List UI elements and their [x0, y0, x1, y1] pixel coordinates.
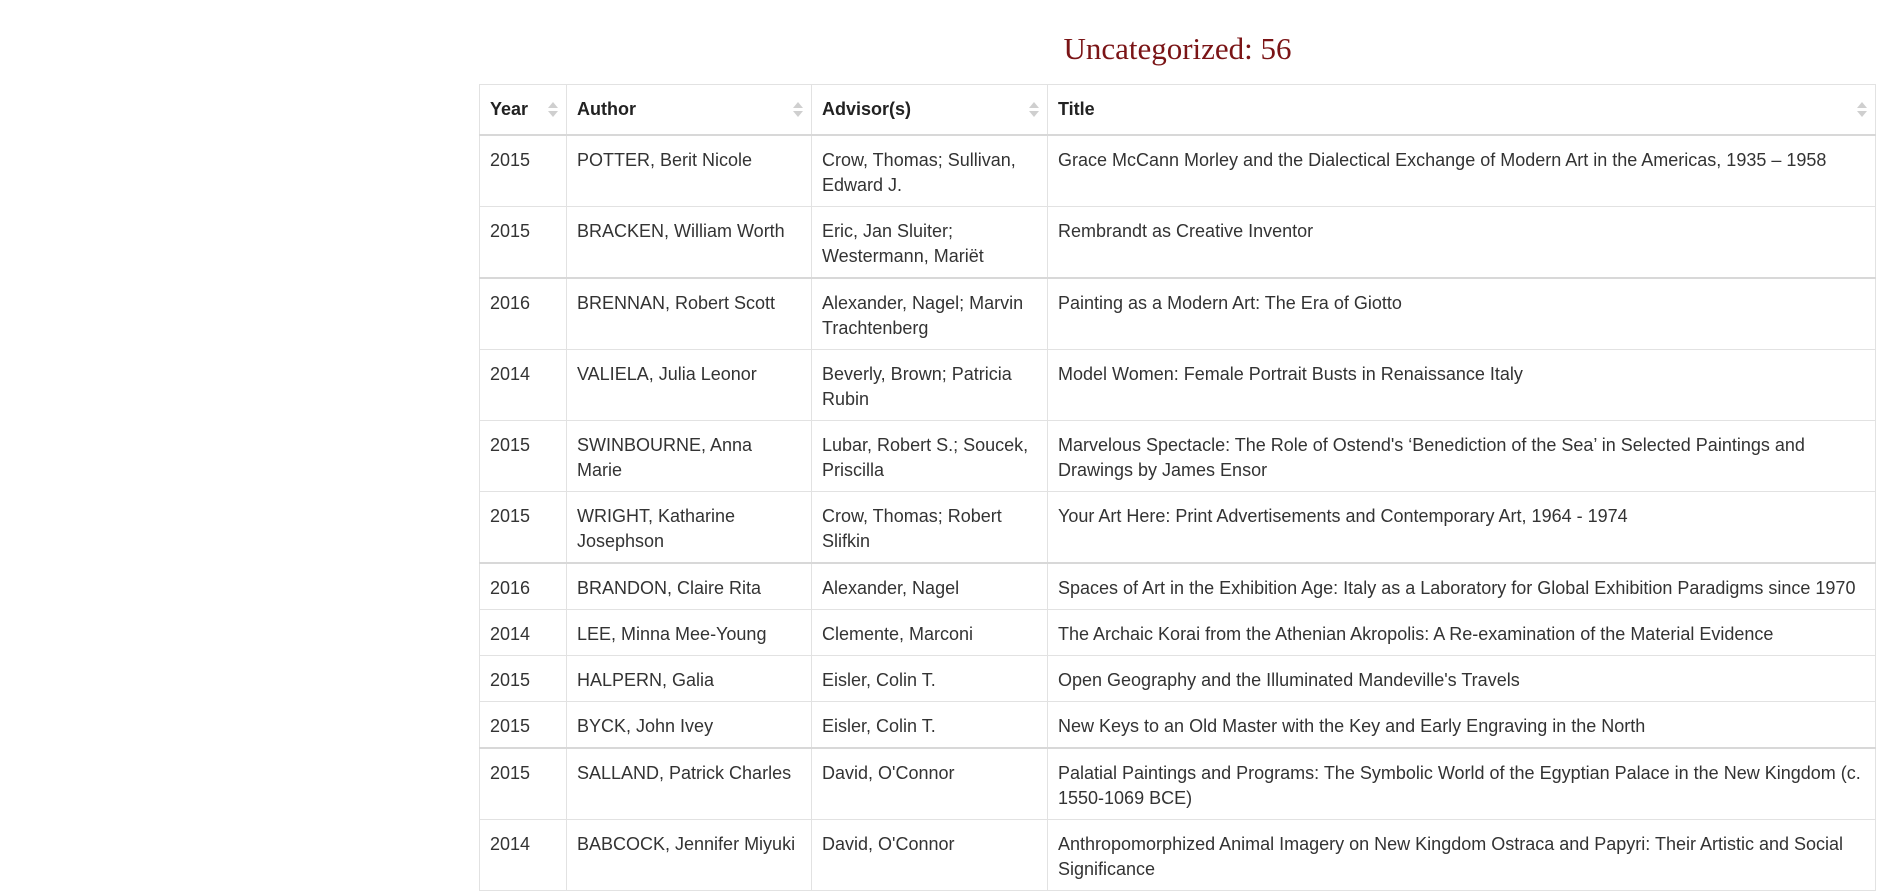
cell-advisors: Eisler, Colin T. — [811, 700, 1048, 748]
cell-year: 2015 — [479, 419, 567, 492]
cell-year: 2014 — [479, 608, 567, 656]
cell-year: 2016 — [479, 276, 567, 350]
cell-advisors: David, O'Connor — [811, 746, 1048, 820]
table-row: 2014 BABCOCK, Jennifer Miyuki David, O'Con… — [479, 818, 1876, 891]
table-row: 2015 POTTER, Berit Nicole Crow, Thomas; Su… — [479, 134, 1876, 207]
cell-author: SWINBOURNE, Anna Marie — [566, 419, 812, 492]
cell-advisors: Beverly, Brown; Patricia Rubin — [811, 348, 1048, 421]
cell-year: 2015 — [479, 746, 567, 820]
cell-author: BABCOCK, Jennifer Miyuki — [566, 818, 812, 891]
cell-author: BRACKEN, William Worth — [566, 205, 812, 278]
cell-advisors: David, O'Connor — [811, 818, 1048, 891]
cell-title: Palatial Paintings and Programs: The Sym… — [1047, 746, 1876, 820]
cell-advisors: Eric, Jan Sluiter; Westermann, Mariët — [811, 205, 1048, 278]
cell-title: Marvelous Spectacle: The Role of Ostend'… — [1047, 419, 1876, 492]
cell-advisors: Crow, Thomas; Robert Slifkin — [811, 490, 1048, 563]
cell-advisors: Alexander, Nagel — [811, 561, 1048, 610]
sort-both-icon[interactable] — [793, 99, 803, 119]
cell-title: Model Women: Female Portrait Busts in Re… — [1047, 348, 1876, 421]
table-row: 2014 LEE, Minna Mee-Young Clemente, Marcon… — [479, 608, 1876, 656]
table-row: 2015 HALPERN, Galia Eisler, Colin T. Open G… — [479, 654, 1876, 702]
cell-author: WRIGHT, Katharine Josephson — [566, 490, 812, 563]
table-row: 2015 WRIGHT, Katharine Josephson Crow, Tho… — [479, 490, 1876, 563]
table-row: 2015 BRACKEN, William Worth Eric, Jan Slui… — [479, 205, 1876, 278]
cell-title: Painting as a Modern Art: The Era of Gio… — [1047, 276, 1876, 350]
cell-advisors: Crow, Thomas; Sullivan, Edward J. — [811, 134, 1048, 207]
table-header: Year Author Advisor(s) Title — [479, 84, 1876, 136]
table-row: 2015 BYCK, John Ivey Eisler, Colin T. New K… — [479, 700, 1876, 748]
column-header-author[interactable]: Author — [566, 84, 812, 136]
cell-author: BRANDON, Claire Rita — [566, 561, 812, 610]
cell-title: Spaces of Art in the Exhibition Age: Ita… — [1047, 561, 1876, 610]
table-body: 2015 POTTER, Berit Nicole Crow, Thomas; Su… — [479, 134, 1876, 891]
sort-both-icon[interactable] — [548, 99, 558, 119]
cell-year: 2015 — [479, 654, 567, 702]
column-header-label: Year — [490, 98, 529, 119]
sort-both-icon[interactable] — [1857, 99, 1867, 119]
cell-title: Grace McCann Morley and the Dialectical … — [1047, 134, 1876, 207]
table-row: 2014 VALIELA, Julia Leonor Beverly, Brown;… — [479, 348, 1876, 421]
cell-year: 2015 — [479, 490, 567, 563]
cell-advisors: Alexander, Nagel; Marvin Trachtenberg — [811, 276, 1048, 350]
table-row: 2015 SALLAND, Patrick Charles David, O'Con… — [479, 746, 1876, 820]
cell-title: The Archaic Korai from the Athenian Akro… — [1047, 608, 1876, 656]
cell-year: 2015 — [479, 700, 567, 748]
cell-author: VALIELA, Julia Leonor — [566, 348, 812, 421]
column-header-title[interactable]: Title — [1047, 84, 1876, 136]
column-header-label: Advisor(s) — [822, 98, 912, 119]
cell-author: BYCK, John Ivey — [566, 700, 812, 748]
section-heading: Uncategorized: 56 — [1063, 31, 1292, 66]
cell-author: HALPERN, Galia — [566, 654, 812, 702]
table-row: 2016 BRENNAN, Robert Scott Alexander, Nage… — [479, 276, 1876, 350]
column-header-label: Author — [577, 98, 636, 119]
table-row: 2016 BRANDON, Claire Rita Alexander, Nagel… — [479, 561, 1876, 610]
cell-title: New Keys to an Old Master with the Key a… — [1047, 700, 1876, 748]
cell-year: 2014 — [479, 818, 567, 891]
cell-title: Rembrandt as Creative Inventor — [1047, 205, 1876, 278]
cell-year: 2015 — [479, 205, 567, 278]
cell-advisors: Lubar, Robert S.; Soucek, Priscilla — [811, 419, 1048, 492]
cell-year: 2014 — [479, 348, 567, 421]
cell-title: Your Art Here: Print Advertisements and … — [1047, 490, 1876, 563]
column-header-label: Title — [1058, 98, 1095, 119]
column-header-year[interactable]: Year — [479, 84, 567, 136]
cell-author: BRENNAN, Robert Scott — [566, 276, 812, 350]
cell-author: POTTER, Berit Nicole — [566, 134, 812, 207]
cell-author: LEE, Minna Mee-Young — [566, 608, 812, 656]
cell-advisors: Eisler, Colin T. — [811, 654, 1048, 702]
cell-author: SALLAND, Patrick Charles — [566, 746, 812, 820]
cell-title: Open Geography and the Illuminated Mande… — [1047, 654, 1876, 702]
cell-title: Anthropomorphized Animal Imagery on New … — [1047, 818, 1876, 891]
cell-year: 2015 — [479, 134, 567, 207]
header-row: Year Author Advisor(s) Title — [479, 84, 1876, 136]
sort-both-icon[interactable] — [1029, 99, 1039, 119]
cell-year: 2016 — [479, 561, 567, 610]
theses-table: Year Author Advisor(s) Title 2015 POTTER,… — [479, 84, 1876, 891]
column-header-advisors[interactable]: Advisor(s) — [811, 84, 1048, 136]
table-row: 2015 SWINBOURNE, Anna Marie Lubar, Robert … — [479, 419, 1876, 492]
cell-advisors: Clemente, Marconi — [811, 608, 1048, 656]
